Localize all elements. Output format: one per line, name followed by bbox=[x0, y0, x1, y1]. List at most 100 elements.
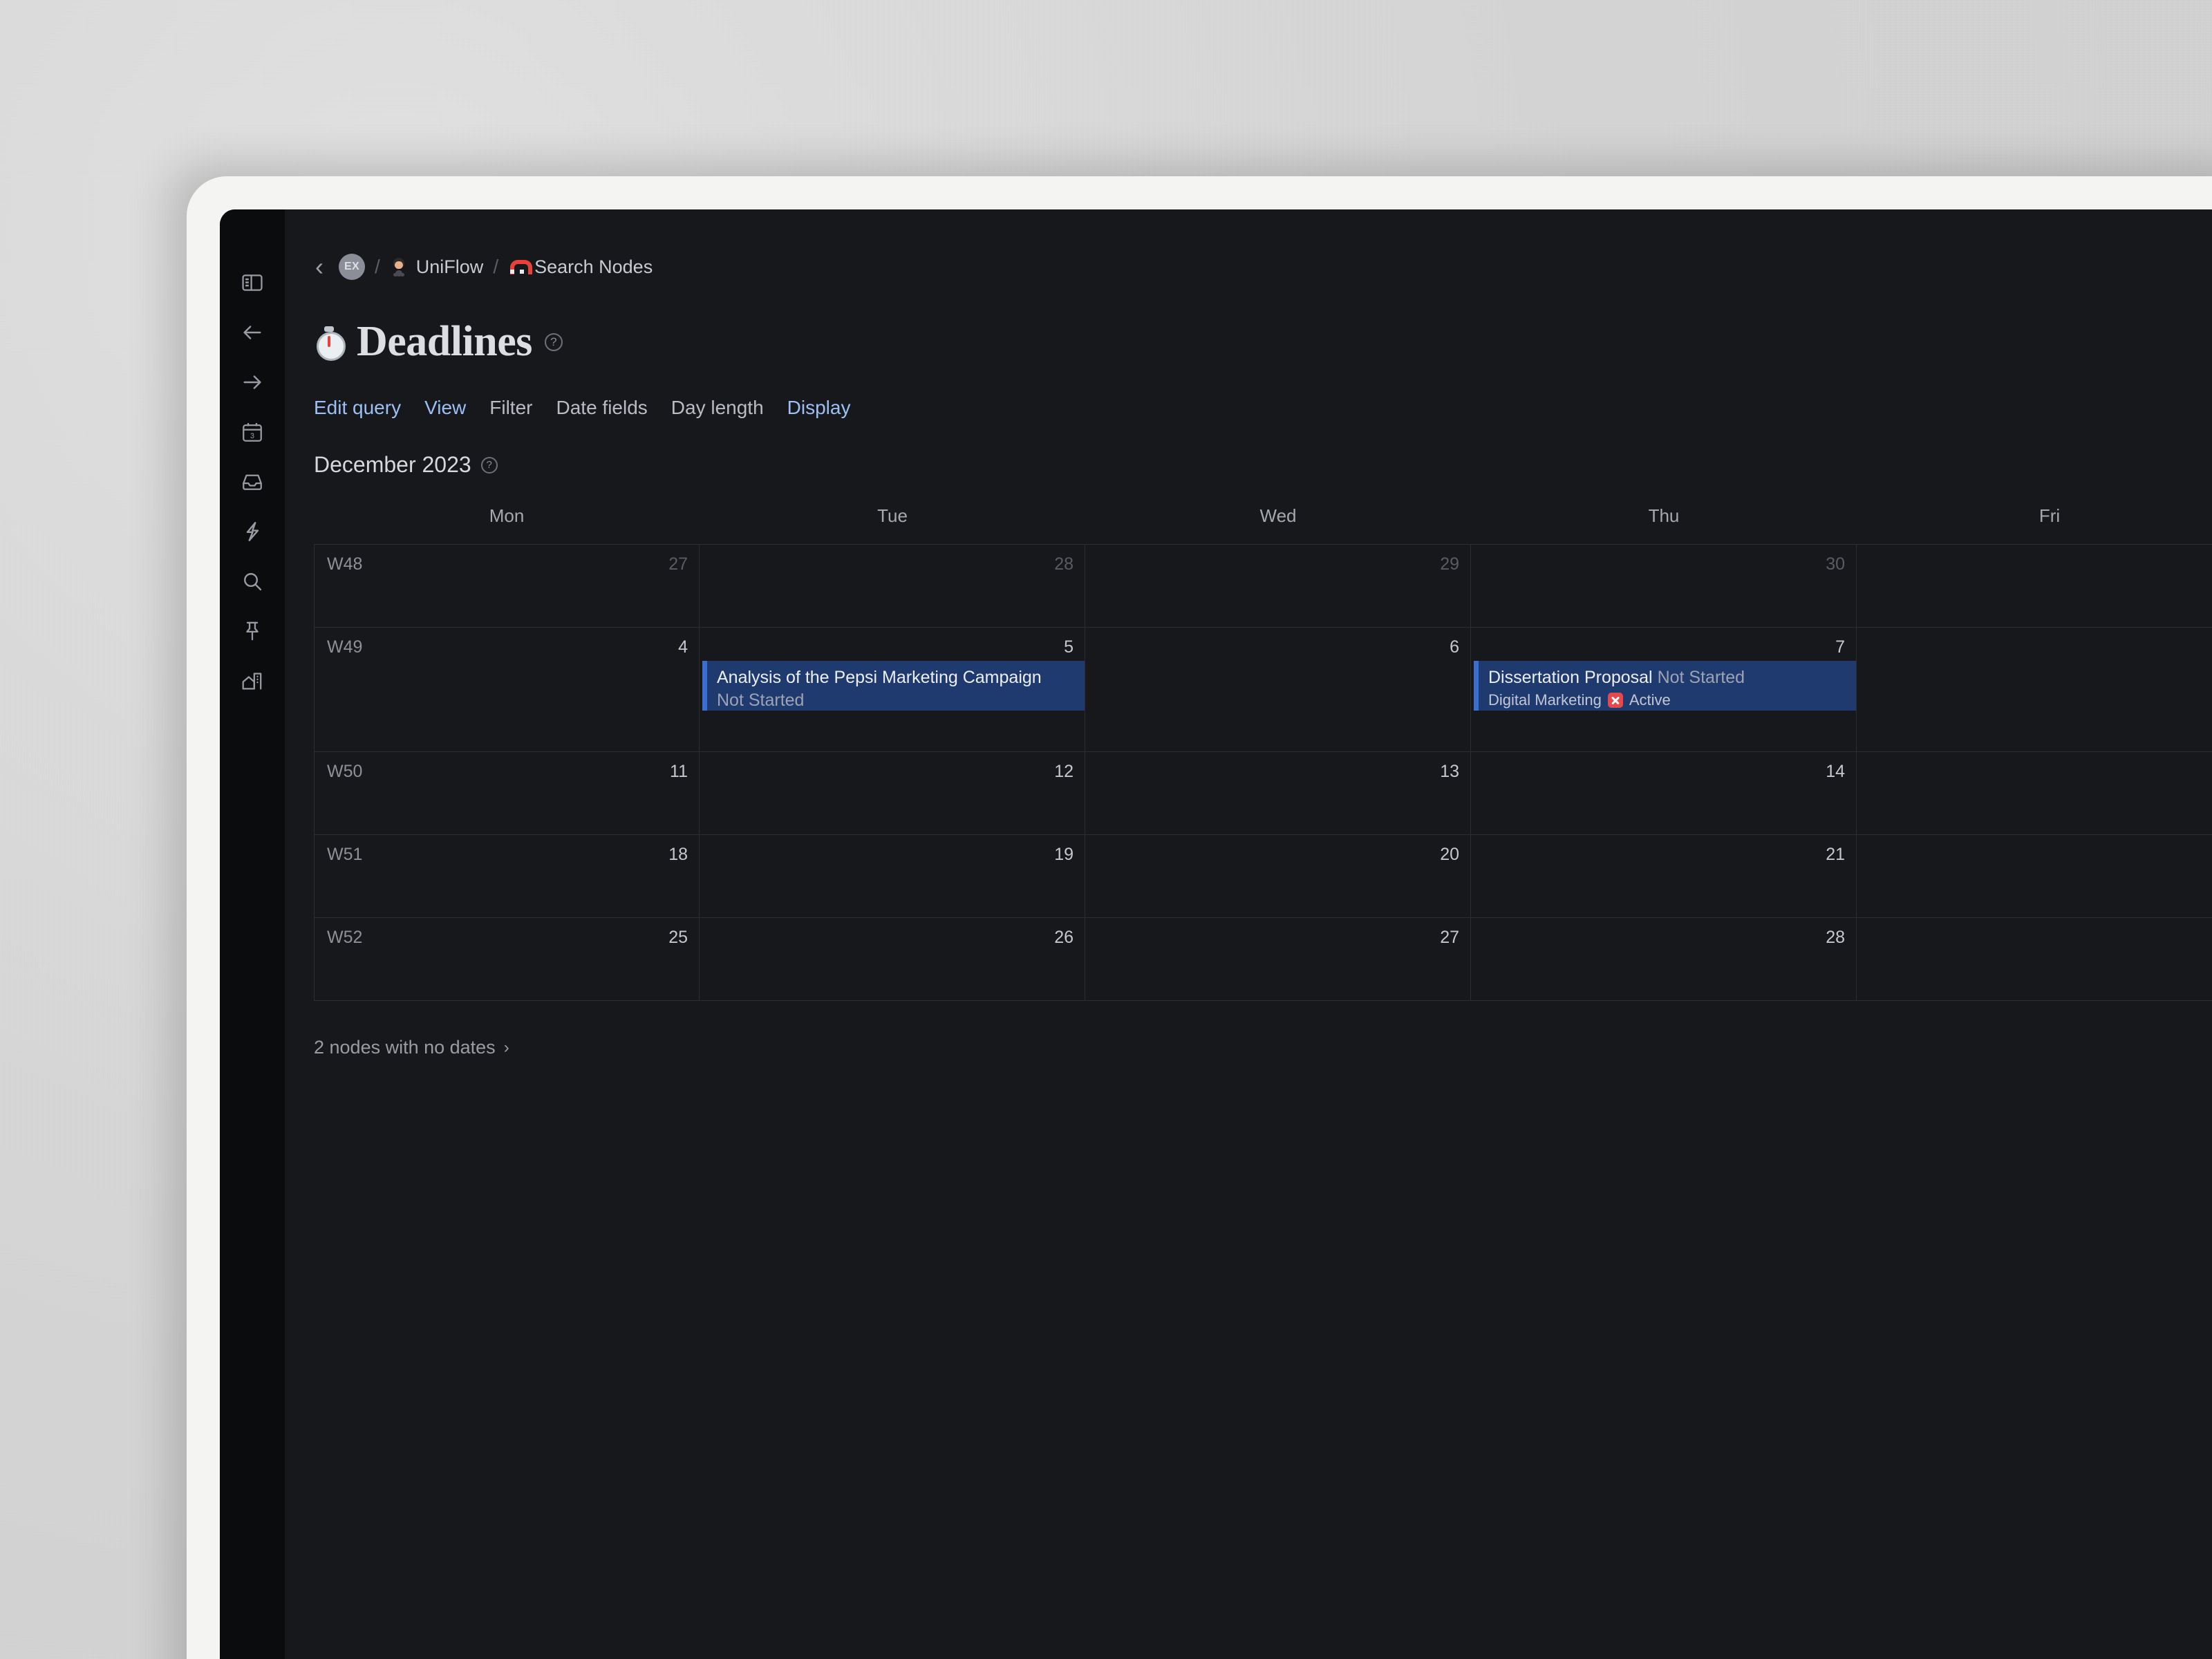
day-cell[interactable]: 28 bbox=[1471, 918, 1857, 1000]
week-label: W48 bbox=[327, 554, 363, 574]
day-cell[interactable]: 21 bbox=[1471, 835, 1857, 917]
day-number: 27 bbox=[1440, 928, 1459, 947]
day-number: 30 bbox=[1826, 554, 1845, 574]
day-cell[interactable] bbox=[1857, 752, 2212, 834]
event-meta-row: Digital Marketing Active bbox=[1488, 691, 1848, 709]
day-name-header: Mon Tue Wed Thu Fri bbox=[314, 505, 2212, 544]
week-label: W50 bbox=[327, 762, 363, 781]
day-number: 13 bbox=[1440, 762, 1459, 781]
day-cell[interactable]: 20 bbox=[1085, 835, 1471, 917]
day-name-fri: Fri bbox=[2038, 505, 2061, 526]
week-row: W52 25 26 27 28 bbox=[314, 918, 2212, 1001]
day-number: 11 bbox=[670, 762, 688, 781]
day-cell[interactable]: W50 11 bbox=[314, 752, 700, 834]
day-cell[interactable]: 7 Dissertation Proposal Not Started Digi… bbox=[1471, 628, 1857, 751]
breadcrumb-item-uniflow[interactable]: UniFlow bbox=[390, 256, 483, 278]
day-cell[interactable]: 14 bbox=[1471, 752, 1857, 834]
day-number: 6 bbox=[1450, 637, 1459, 657]
day-cell[interactable]: W49 4 bbox=[314, 628, 700, 751]
calendar-grid: Mon Tue Wed Thu Fri W48 27 28 29 30 W49 … bbox=[314, 505, 2212, 1001]
toolbar-display[interactable]: Display bbox=[787, 397, 851, 419]
week-label: W49 bbox=[327, 637, 363, 657]
day-cell[interactable]: W48 27 bbox=[314, 545, 700, 627]
day-cell[interactable]: 13 bbox=[1085, 752, 1471, 834]
toolbar-view[interactable]: View bbox=[424, 397, 466, 419]
day-cell[interactable]: 12 bbox=[700, 752, 1085, 834]
event-status: Not Started bbox=[717, 691, 805, 710]
month-label: December 2023 bbox=[314, 452, 471, 477]
toolbar-edit-query[interactable]: Edit query bbox=[314, 397, 401, 419]
day-name-mon: Mon bbox=[489, 505, 525, 526]
toolbar-filter[interactable]: Filter bbox=[489, 397, 532, 419]
toolbar-day-length[interactable]: Day length bbox=[671, 397, 764, 419]
day-cell[interactable]: W51 18 bbox=[314, 835, 700, 917]
day-cell[interactable]: 6 bbox=[1085, 628, 1471, 751]
day-cell[interactable] bbox=[1857, 835, 2212, 917]
lightning-icon[interactable] bbox=[228, 507, 276, 556]
event-card-pepsi[interactable]: Analysis of the Pepsi Marketing Campaign… bbox=[702, 661, 1085, 711]
day-cell[interactable]: 30 bbox=[1471, 545, 1857, 627]
search-icon[interactable] bbox=[228, 556, 276, 606]
day-cell[interactable]: 27 bbox=[1085, 918, 1471, 1000]
chevron-right-icon: › bbox=[503, 1038, 509, 1057]
workspace-avatar[interactable]: EX bbox=[339, 254, 365, 280]
day-cell[interactable]: 26 bbox=[700, 918, 1085, 1000]
day-number: 19 bbox=[1054, 845, 1074, 864]
day-number: 4 bbox=[678, 637, 688, 657]
week-row: W49 4 5 Analysis of the Pepsi Marketing … bbox=[314, 628, 2212, 752]
day-number: 12 bbox=[1054, 762, 1074, 781]
calendar-icon[interactable]: 3 bbox=[228, 407, 276, 457]
breadcrumb-back-button[interactable]: ‹ bbox=[311, 254, 339, 279]
week-row: W51 18 19 20 21 bbox=[314, 835, 2212, 918]
day-number: 7 bbox=[1835, 637, 1845, 657]
day-number: 21 bbox=[1826, 845, 1845, 864]
help-circle-icon[interactable]: ? bbox=[544, 332, 563, 351]
week-row: W50 11 12 13 14 bbox=[314, 752, 2212, 835]
event-status: Not Started bbox=[1657, 668, 1745, 687]
day-number: 20 bbox=[1440, 845, 1459, 864]
back-arrow-icon[interactable] bbox=[228, 308, 276, 357]
event-card-dissertation[interactable]: Dissertation Proposal Not Started Digita… bbox=[1474, 661, 1856, 711]
toolbar-date-fields[interactable]: Date fields bbox=[556, 397, 648, 419]
stopwatch-emoji-icon bbox=[314, 326, 346, 361]
cross-mark-emoji-icon bbox=[1607, 693, 1623, 708]
page-title-row: Deadlines ? bbox=[285, 277, 2212, 366]
main-content: ‹ EX / UniFlow / Search Nodes Deadlines … bbox=[285, 209, 2212, 1659]
icon-rail: 3 bbox=[220, 209, 285, 1659]
panel-toggle-icon[interactable] bbox=[228, 258, 276, 308]
month-row: December 2023 ? bbox=[285, 419, 2212, 478]
day-cell[interactable] bbox=[1857, 918, 2212, 1000]
day-number: 5 bbox=[1064, 637, 1074, 657]
day-cell[interactable]: W52 25 bbox=[314, 918, 700, 1000]
svg-text:3: 3 bbox=[250, 432, 254, 440]
day-cell[interactable]: 28 bbox=[700, 545, 1085, 627]
month-help-circle-icon[interactable]: ? bbox=[480, 456, 498, 474]
event-title-row: Dissertation Proposal Not Started bbox=[1488, 668, 1848, 688]
inbox-icon[interactable] bbox=[228, 457, 276, 507]
day-cell[interactable]: 5 Analysis of the Pepsi Marketing Campai… bbox=[700, 628, 1085, 751]
day-cell[interactable]: 19 bbox=[700, 835, 1085, 917]
breadcrumb-separator: / bbox=[375, 256, 380, 277]
day-number: 14 bbox=[1826, 762, 1845, 781]
week-row: W48 27 28 29 30 bbox=[314, 545, 2212, 628]
day-cell[interactable] bbox=[1857, 628, 2212, 751]
day-name-tue: Tue bbox=[877, 505, 908, 526]
magnet-emoji-icon bbox=[508, 258, 533, 276]
breadcrumb-item-search-nodes[interactable]: Search Nodes bbox=[508, 256, 653, 278]
day-number: 28 bbox=[1826, 928, 1845, 947]
day-number: 26 bbox=[1054, 928, 1074, 947]
event-title: Analysis of the Pepsi Marketing Campaign bbox=[717, 668, 1042, 687]
day-cell[interactable]: 29 bbox=[1085, 545, 1471, 627]
day-number: 18 bbox=[668, 845, 688, 864]
breadcrumb-separator: / bbox=[493, 256, 499, 277]
person-emoji-icon bbox=[390, 258, 408, 276]
home-icon[interactable] bbox=[228, 656, 276, 706]
event-tag-state: Active bbox=[1629, 691, 1671, 709]
page-title: Deadlines bbox=[357, 318, 532, 365]
no-dates-link[interactable]: 2 nodes with no dates › bbox=[314, 1037, 509, 1058]
device-bezel: 3 ‹ EX / UniFlow / Search Nodes Deadline… bbox=[187, 176, 2212, 1659]
week-label: W52 bbox=[327, 928, 363, 947]
pin-icon[interactable] bbox=[228, 606, 276, 656]
forward-arrow-icon[interactable] bbox=[228, 357, 276, 407]
day-cell[interactable] bbox=[1857, 545, 2212, 627]
